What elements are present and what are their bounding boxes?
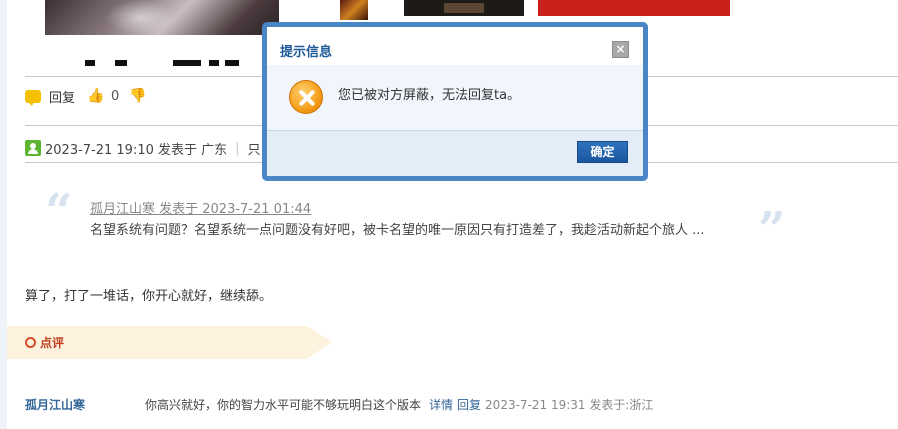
alert-dialog: 提示信息 × 您已被对方屏蔽，无法回复ta。 确定 <box>262 22 648 181</box>
error-icon <box>289 80 323 114</box>
comment-circle-icon <box>25 337 36 348</box>
comment-reply-link[interactable]: 回复 <box>457 398 481 412</box>
comment-user-link[interactable]: 孤月江山寒 <box>25 396 85 413</box>
close-icon[interactable]: × <box>612 41 629 58</box>
comment-text: 你高兴就好，你的智力水平可能不够玩明白这个版本 <box>145 398 422 412</box>
post-meta: 2023-7-21 19:10 发表于 广东 | 只 <box>25 139 261 158</box>
vote-count: 0 <box>111 88 120 104</box>
post-image-portrait[interactable] <box>45 0 279 35</box>
image-caption-scribble <box>85 60 245 68</box>
post-image-thumb[interactable] <box>340 0 368 20</box>
dialog-panel: 提示信息 × 您已被对方屏蔽，无法回复ta。 确定 <box>267 27 643 176</box>
quote-open-icon: “ <box>45 184 73 240</box>
comment-detail-link[interactable]: 详情 <box>429 398 453 412</box>
dialog-title: 提示信息 <box>280 45 333 60</box>
quote-author-link[interactable]: 孤月江山寒 发表于 2023-7-21 01:44 <box>90 198 311 217</box>
post-time: 2023-7-21 19:10 发表于 广东 <box>45 142 228 158</box>
post-image-thumb[interactable] <box>538 0 730 16</box>
thumbs-up-icon[interactable]: 👍 <box>87 88 104 104</box>
reply-button[interactable]: 回复 <box>49 87 75 106</box>
reply-body-text: 算了，打了一堆话，你开心就好，继续舔。 <box>25 289 273 304</box>
confirm-button[interactable]: 确定 <box>577 141 628 163</box>
dialog-message: 您已被对方屏蔽，无法回复ta。 <box>338 88 521 103</box>
post-image-thumb[interactable] <box>404 0 524 16</box>
comment-time: 2023-7-21 19:31 发表于:浙江 <box>485 398 654 412</box>
quote-text: 名望系统有问题？名望系统一点问题没有好吧，被卡名望的唯一原因只有打造差了，我趁活… <box>90 223 705 238</box>
comment-section-header: 点评 <box>7 326 332 359</box>
dialog-footer: 确定 <box>267 130 643 176</box>
meta-extra-link[interactable]: 只 <box>248 139 261 158</box>
reply-icon[interactable] <box>25 89 41 106</box>
left-strip <box>0 0 7 429</box>
comment-content: 你高兴就好，你的智力水平可能不够玩明白这个版本 详情 回复 2023-7-21 19:… <box>145 396 653 413</box>
quote-close-icon: ” <box>758 202 786 258</box>
post-action-bar: 回复 👍 0 👎 <box>25 86 147 106</box>
online-status-icon <box>25 140 41 156</box>
meta-separator: | <box>235 140 240 156</box>
thumbs-down-icon[interactable]: 👎 <box>129 88 146 104</box>
comment-row: 孤月江山寒 你高兴就好，你的智力水平可能不够玩明白这个版本 详情 回复 2023-7-… <box>25 396 885 412</box>
dialog-body: 您已被对方屏蔽，无法回复ta。 <box>267 65 643 130</box>
comment-section-label: 点评 <box>40 336 65 350</box>
